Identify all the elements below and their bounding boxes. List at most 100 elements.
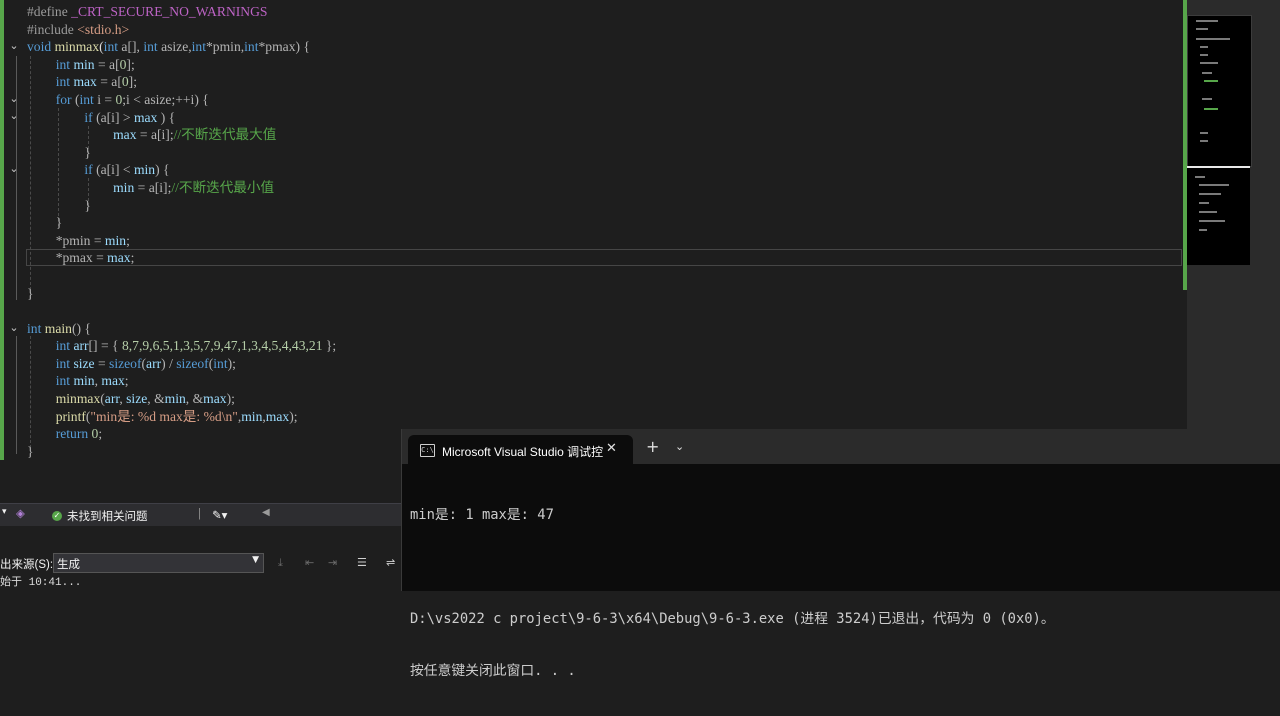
code-token: int — [27, 320, 45, 336]
code-line[interactable]: int main() { — [0, 320, 1183, 338]
debug-console-window[interactable]: C:\ Microsoft Visual Studio 调试控 ✕ + ⌄ mi… — [401, 429, 1280, 679]
code-line[interactable]: } — [0, 144, 1183, 162]
code-token: min — [113, 179, 135, 195]
code-token: } — [27, 285, 34, 301]
minimap-lower-region[interactable] — [1187, 166, 1250, 265]
code-token: arr — [73, 338, 89, 354]
output-first-line: 始于 10:41... — [0, 577, 82, 589]
minimap-visible-region[interactable] — [1187, 15, 1252, 167]
code-token: ); — [289, 408, 298, 424]
code-line[interactable]: void minmax(int a[], int asize,int*pmin,… — [0, 38, 1183, 56]
code-line[interactable]: } — [0, 214, 1183, 232]
code-line[interactable] — [0, 267, 1183, 285]
code-token: min — [164, 391, 186, 407]
code-line[interactable]: *pmin = min; — [0, 232, 1183, 250]
code-token: #include — [27, 21, 78, 37]
code-token: = — [94, 355, 110, 371]
code-token: 8,7,9,6,5,1,3,5,7,9,47,1,3,4,5,4,43,21 — [121, 338, 323, 354]
code-line[interactable]: int min = a[0]; — [0, 56, 1183, 74]
code-token: = a[ — [94, 56, 120, 72]
code-token: } — [84, 197, 91, 213]
code-token: return — [55, 426, 92, 442]
code-token: #define — [27, 4, 72, 19]
code-line[interactable]: minmax(arr, size, &min, &max); — [0, 390, 1183, 408]
code-token: max — [73, 74, 97, 90]
next-message-icon[interactable]: ⇥ — [328, 556, 342, 569]
code-token: for — [55, 91, 75, 107]
previous-message-icon[interactable]: ⇤ — [305, 556, 319, 569]
code-token: size — [126, 391, 148, 407]
code-token: sizeof — [109, 355, 142, 371]
code-token: max — [203, 391, 227, 407]
goto-error-icon[interactable]: ⤓ — [278, 556, 292, 569]
code-token: "min是: %d max是: %d\n" — [90, 408, 238, 424]
code-line[interactable]: #include <stdio.h> — [0, 21, 1183, 39]
code-token: , & — [147, 391, 165, 407]
scroll-left-icon[interactable]: ◀ — [262, 507, 270, 518]
code-line[interactable]: if (a[i] < min) { — [0, 161, 1183, 179]
code-line[interactable]: printf("min是: %d max是: %d\n",min,max); — [0, 408, 1183, 426]
code-token: sizeof — [176, 355, 209, 371]
separator: | — [198, 508, 201, 520]
code-token: if — [84, 109, 97, 125]
code-line[interactable]: int arr[] = { 8,7,9,6,5,1,3,5,7,9,47,1,3… — [0, 337, 1183, 355]
tab-dropdown-chevron-icon[interactable]: ⌄ — [675, 440, 684, 453]
copilot-icon[interactable]: ◈ — [16, 506, 25, 520]
console-icon: C:\ — [420, 444, 435, 457]
code-token: //不断迭代最小值 — [171, 179, 275, 195]
code-line[interactable]: } — [0, 197, 1183, 215]
no-issues-check-icon: ✓ — [52, 511, 62, 521]
code-line[interactable]: max = a[i];//不断迭代最大值 — [0, 126, 1183, 144]
code-token: int — [213, 355, 228, 371]
code-token: (a[i] > — [96, 109, 134, 125]
code-token: = a[i]; — [136, 127, 174, 143]
code-token: min — [133, 162, 156, 178]
code-token: int — [55, 56, 74, 72]
code-token: int — [143, 39, 162, 55]
code-token: *pmin = — [55, 232, 105, 248]
code-token: = a[i]; — [134, 179, 172, 195]
code-token: main — [44, 320, 72, 336]
code-line[interactable]: int min, max; — [0, 372, 1183, 390]
code-line[interactable]: if (a[i] > max ) { — [0, 109, 1183, 127]
code-editor[interactable]: ⌄ ⌄ ⌄ ⌄ ⌄ #define _CRT_SECURE_NO_WARNING… — [0, 0, 1183, 460]
close-tab-icon[interactable]: ✕ — [606, 441, 617, 456]
code-line[interactable]: *pmax = max; — [0, 249, 1183, 267]
new-tab-plus-icon[interactable]: + — [646, 439, 659, 455]
code-line[interactable]: #define _CRT_SECURE_NO_WARNINGS — [0, 3, 1183, 21]
code-token: ) { — [157, 109, 176, 125]
code-token: ]; — [128, 74, 137, 90]
code-token: int — [191, 39, 206, 55]
output-source-select[interactable]: 生成 ▼ — [53, 553, 264, 573]
issues-status-text[interactable]: 未找到相关问题 — [67, 508, 148, 524]
terminal-tab-title: Microsoft Visual Studio 调试控 — [442, 445, 604, 459]
code-token: int — [55, 338, 74, 354]
code-line[interactable]: } — [0, 285, 1183, 303]
code-token: int — [55, 74, 74, 90]
terminal-output[interactable]: min是: 1 max是: 47 D:\vs2022 c project\9-6… — [410, 472, 1055, 716]
code-token: int — [244, 39, 259, 55]
terminal-tab-bar: C:\ Microsoft Visual Studio 调试控 ✕ + ⌄ — [402, 429, 1280, 465]
code-line[interactable] — [0, 302, 1183, 320]
code-line[interactable]: min = a[i];//不断迭代最小值 — [0, 179, 1183, 197]
dropdown-arrow-icon[interactable]: ▾ — [2, 507, 7, 517]
code-token: *pmin, — [206, 39, 245, 55]
code-token: ); — [226, 391, 235, 407]
code-token: if — [84, 162, 97, 178]
code-token: } — [27, 443, 34, 459]
word-wrap-icon[interactable]: ⇌ — [386, 556, 400, 569]
code-token: [] = { — [88, 338, 122, 354]
code-token: int — [55, 373, 74, 389]
source-code[interactable]: #define _CRT_SECURE_NO_WARNINGS #include … — [0, 3, 1183, 460]
clear-all-icon[interactable]: ☰ — [357, 556, 371, 569]
code-token: asize, — [161, 39, 192, 55]
code-line[interactable]: for (int i = 0;i < asize;++i) { — [0, 91, 1183, 109]
code-cleanup-brush-icon[interactable]: ✎▾ — [212, 508, 227, 522]
terminal-tab[interactable]: C:\ Microsoft Visual Studio 调试控 ✕ — [408, 435, 633, 465]
code-token: max — [113, 127, 137, 143]
code-token: i = — [97, 91, 116, 107]
code-line[interactable]: int max = a[0]; — [0, 73, 1183, 91]
code-token: a[], — [121, 39, 144, 55]
code-line[interactable]: int size = sizeof(arr) / sizeof(int); — [0, 355, 1183, 373]
